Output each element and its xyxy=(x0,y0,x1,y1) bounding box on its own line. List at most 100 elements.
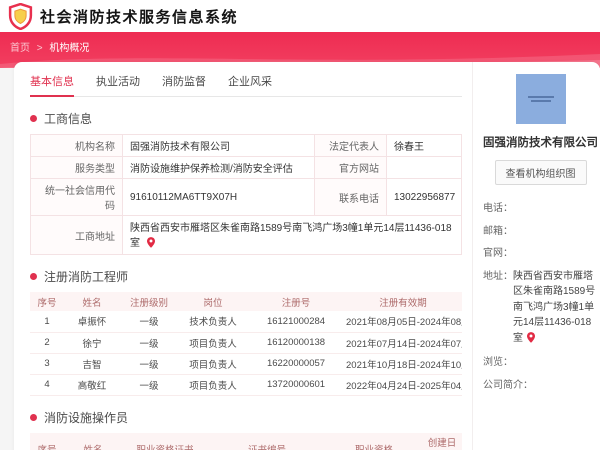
operators-table: 序号姓名职业资格证书证书编号职业资格创建日期 1戴文强四级/中级技能193600… xyxy=(30,432,462,450)
table-cell: 2021年10月18日-2024年10月18日 xyxy=(344,353,462,375)
breadcrumb-home-link[interactable]: 首页 xyxy=(10,43,30,54)
table-cell: 吉智 xyxy=(64,353,120,375)
table-cell: 16120000138 xyxy=(248,332,344,354)
table-cell: 2021年07月14日-2024年07月14日 xyxy=(344,332,462,354)
table-row: 3 吉智 一级 项目负责人 16220000057 2021年10月18日-2024年10… xyxy=(30,353,462,375)
table-cell: 2022年04月24日-2025年04月24日 xyxy=(344,374,462,396)
business-address-value: 陕西省西安市雁塔区朱雀南路1589号南飞鸿广场3幢1单元14层11436-018… xyxy=(130,223,452,249)
table-cell: 一级 xyxy=(120,332,178,354)
table-row: 4 高敬红 一级 项目负责人 13720000601 2022年04月24日-2025年0… xyxy=(30,374,462,396)
breadcrumb: 首页 > 机构概况 xyxy=(0,32,600,54)
sidebar-email-row: 邮箱： xyxy=(483,224,598,240)
section-registered-engineers: 注册消防工程师 xyxy=(30,268,462,285)
section-title-text: 消防设施操作员 xyxy=(44,410,129,425)
breadcrumb-current: 机构概况 xyxy=(49,43,90,54)
info-label: 邮箱： xyxy=(483,225,513,237)
table-cell: 徐宁 xyxy=(64,332,120,354)
table-cell: 13720000601 xyxy=(248,374,344,396)
legal-rep-value: 徐春王 xyxy=(386,134,462,157)
column-header: 注册有效期 xyxy=(344,292,462,311)
table-cell: 16121000284 xyxy=(248,311,344,333)
table-cell: 2 xyxy=(30,332,64,354)
credit-code-value: 91610112MA6TT9X07H xyxy=(122,178,315,216)
business-info-table: 机构名称 固强消防技术有限公司 法定代表人 徐春王 服务类型 消防设施维护保养检… xyxy=(30,134,462,255)
breadcrumb-separator: > xyxy=(36,43,43,54)
table-cell: 项目负责人 xyxy=(178,332,248,354)
map-pin-icon[interactable] xyxy=(146,237,155,251)
map-pin-icon[interactable] xyxy=(527,331,535,349)
view-org-chart-button[interactable]: 查看机构组织图 xyxy=(494,160,587,185)
info-label: 浏览： xyxy=(483,357,513,368)
field-label: 联系电话 xyxy=(314,178,387,216)
tab-bar: 基本信息 执业活动 消防监督 企业风采 xyxy=(30,62,462,97)
website-value xyxy=(386,156,462,179)
field-label: 机构名称 xyxy=(30,134,123,157)
sidebar-company-name: 固强消防技术有限公司 xyxy=(483,137,598,149)
column-header: 职业资格证书 xyxy=(122,432,208,450)
section-title-text: 工商信息 xyxy=(44,112,93,126)
app-title: 社会消防技术服务信息系统 xyxy=(40,9,239,26)
tab-fire-supervision[interactable]: 消防监督 xyxy=(162,73,206,89)
column-header: 姓名 xyxy=(64,292,120,311)
table-cell: 高敬红 xyxy=(64,374,120,396)
field-label: 服务类型 xyxy=(30,156,123,179)
table-cell: 4 xyxy=(30,374,64,396)
sidebar-company-profile-row: 公司简介： xyxy=(483,378,598,394)
sidebar-address-value: 陕西省西安市雁塔区朱雀南路1589号南飞鸿广场3幢1单元14层11436-018… xyxy=(513,269,598,349)
table-cell: 技术负责人 xyxy=(178,311,248,333)
field-label: 工商地址 xyxy=(30,215,123,255)
table-cell: 2021年08月05日-2024年08月05日 xyxy=(344,311,462,333)
column-header: 序号 xyxy=(30,292,64,311)
table-cell: 卓振怀 xyxy=(64,311,120,333)
field-label: 官方网站 xyxy=(314,156,387,179)
info-label: 官网： xyxy=(483,248,513,259)
shield-logo-icon xyxy=(8,2,34,30)
section-business-info: 工商信息 xyxy=(30,110,462,127)
table-row: 1 卓振怀 一级 技术负责人 16121000284 2021年08月05日-2024年0… xyxy=(30,311,462,333)
column-header: 序号 xyxy=(30,432,64,450)
table-cell: 一级 xyxy=(120,353,178,375)
info-label: 电话： xyxy=(483,203,513,214)
table-cell: 1 xyxy=(30,311,64,333)
bullet-dot-icon xyxy=(30,115,37,122)
table-cell: 项目负责人 xyxy=(178,353,248,375)
table-cell: 项目负责人 xyxy=(178,374,248,396)
column-header: 姓名 xyxy=(64,432,122,450)
main-card: 基本信息 执业活动 消防监督 企业风采 工商信息 机构名称 固强消防技术有限公司… xyxy=(14,62,600,450)
info-label: 地址： xyxy=(483,270,513,282)
bullet-dot-icon xyxy=(30,413,37,421)
section-facility-operators: 消防设施操作员 xyxy=(30,409,462,426)
sidebar-views-row: 浏览： xyxy=(483,355,598,371)
org-name-value: 固强消防技术有限公司 xyxy=(122,134,315,157)
table-cell: 16220000057 xyxy=(248,353,344,375)
service-type-value: 消防设施维护保养检测/消防安全评估 xyxy=(122,156,315,179)
table-cell: 一级 xyxy=(120,311,178,333)
column-header: 注册号 xyxy=(248,292,344,311)
field-label: 统一社会信用代码 xyxy=(30,178,123,216)
column-header: 证书编号 xyxy=(208,432,326,450)
sidebar-address-row: 地址： 陕西省西安市雁塔区朱雀南路1589号南飞鸿广场3幢1单元14层11436… xyxy=(483,269,598,349)
company-sidebar: 固强消防技术有限公司 查看机构组织图 电话： 邮箱： 官网： 地址： 陕西省西安… xyxy=(473,62,600,450)
table-cell: 3 xyxy=(30,353,64,375)
field-label: 法定代表人 xyxy=(314,134,387,157)
tab-basic-info[interactable]: 基本信息 xyxy=(30,73,74,97)
bullet-dot-icon xyxy=(30,273,37,280)
tab-practice-activities[interactable]: 执业活动 xyxy=(96,73,140,89)
engineers-table: 序号 姓名 注册级别 岗位 注册号 注册有效期 1 卓振怀 一级 技术负责人 1612100028… xyxy=(30,292,462,396)
table-row: 2 徐宁 一级 项目负责人 16120000138 2021年07月14日-2024年07… xyxy=(30,332,462,354)
content-column: 基本信息 执业活动 消防监督 企业风采 工商信息 机构名称 固强消防技术有限公司… xyxy=(14,62,473,450)
column-header: 职业资格 xyxy=(326,432,422,450)
column-header: 创建日期 xyxy=(422,432,462,450)
sidebar-website-row: 官网： xyxy=(483,246,598,262)
sidebar-phone-row: 电话： xyxy=(483,201,598,217)
company-logo-placeholder xyxy=(515,74,566,124)
info-label: 公司简介： xyxy=(483,379,533,391)
phone-value: 13022956877 xyxy=(386,178,462,216)
top-header: 社会消防技术服务信息系统 xyxy=(0,0,600,32)
column-header: 注册级别 xyxy=(120,292,178,311)
section-title-text: 注册消防工程师 xyxy=(44,270,129,284)
business-address-cell: 陕西省西安市雁塔区朱雀南路1589号南飞鸿广场3幢1单元14层11436-018… xyxy=(122,215,462,255)
tab-company-gallery[interactable]: 企业风采 xyxy=(228,73,272,89)
table-cell: 一级 xyxy=(120,374,178,396)
column-header: 岗位 xyxy=(178,292,248,311)
